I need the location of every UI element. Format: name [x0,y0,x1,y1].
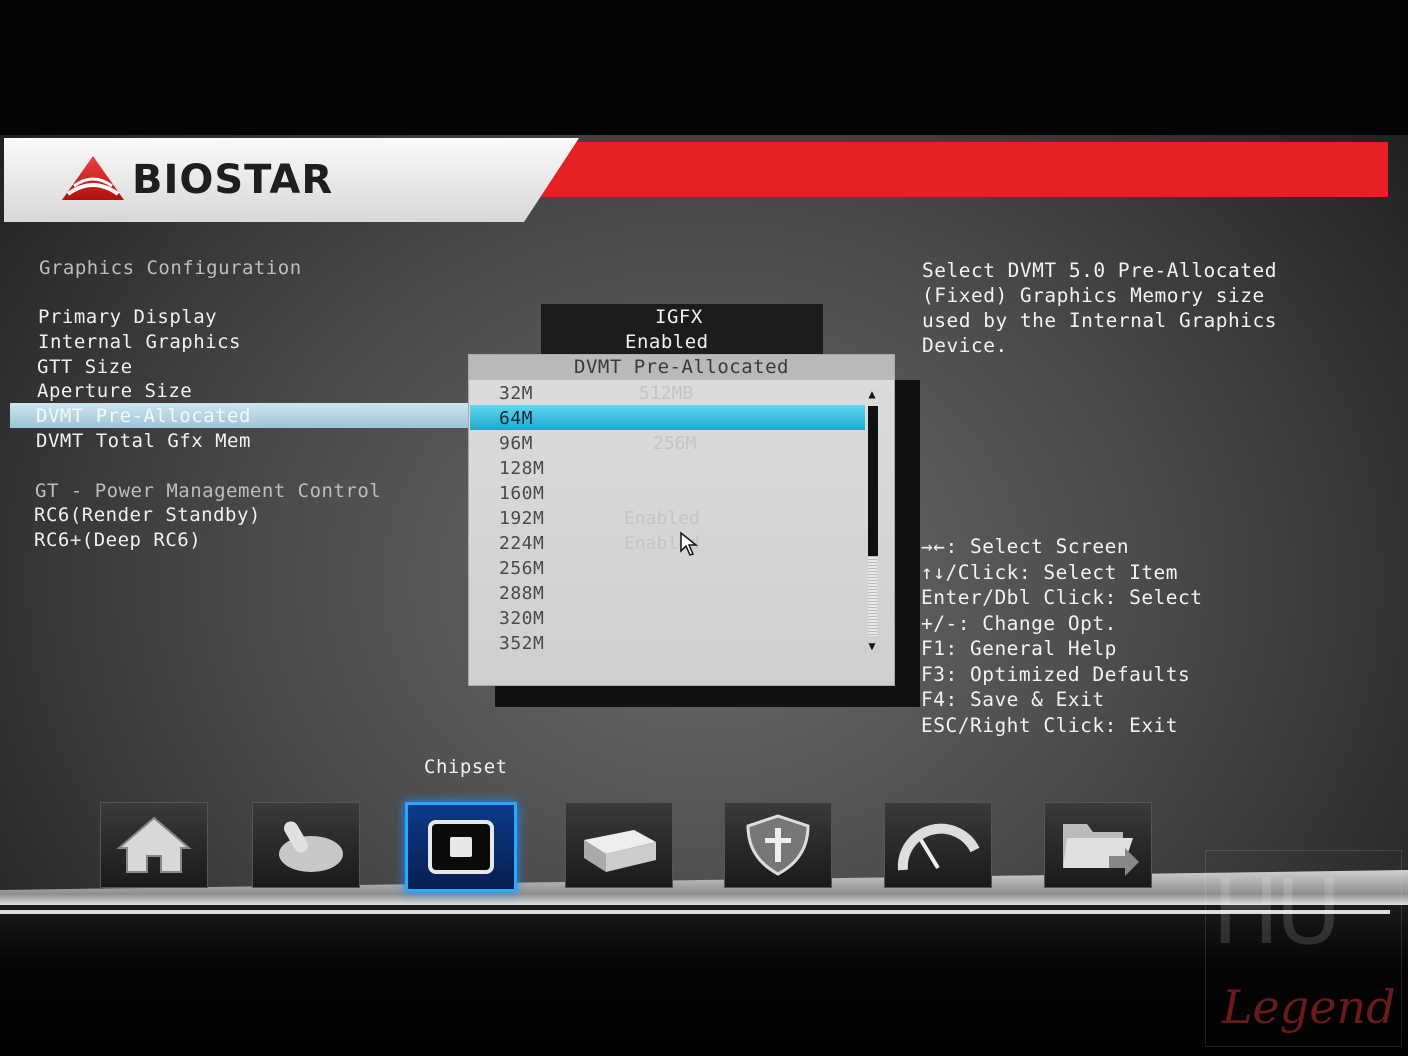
home-icon [116,816,192,873]
popup-option[interactable]: 256M [499,558,544,579]
joystick-icon [279,821,343,872]
tab-save-exit[interactable] [1044,802,1152,888]
section-title-gt-power: GT - Power Management Control [35,480,382,502]
value-primary-display[interactable]: IGFX [655,306,703,328]
scroll-up-arrow-icon[interactable]: ▲ [866,388,878,400]
popup-option[interactable]: 128M [499,458,544,479]
help-line: Select DVMT 5.0 Pre-Allocated [922,259,1277,282]
popup-option[interactable]: 32M [499,383,533,404]
tab-main[interactable] [100,802,208,888]
scrollbar-thumb[interactable] [868,406,878,556]
mouse-cursor-icon [680,531,699,556]
popup-option[interactable]: 160M [499,483,544,504]
help-description: Select DVMT 5.0 Pre-Allocated (Fixed) Gr… [922,258,1362,358]
help-line: used by the Internal Graphics [922,309,1277,332]
popup-option[interactable]: 320M [499,608,544,629]
key-help-optimized-defaults: F3: Optimized Defaults [921,662,1191,686]
popup-option[interactable]: 192M [499,508,544,529]
popup-option-selected[interactable]: 64M [499,408,533,429]
menu-item-internal-graphics[interactable]: Internal Graphics [38,331,241,353]
popup-title: DVMT Pre-Allocated [469,355,894,380]
ghost-value-aperture: 512MB [639,383,694,404]
tab-storage[interactable] [565,802,673,888]
ghost-value-total-gfx: 256M [653,433,697,454]
chipset-icon [428,820,494,874]
help-line: (Fixed) Graphics Memory size [922,284,1265,307]
key-help-select-item: ↑↓/Click: Select Item [921,560,1179,584]
key-help-exit: ESC/Right Click: Exit [921,713,1179,737]
ghost-value-rc6: Enabled [624,508,700,529]
watermark-text: Legend [1222,980,1396,1034]
popup-option[interactable]: 352M [499,633,544,654]
shield-icon [746,814,810,876]
popup-scrollbar[interactable]: ▲ ▼ [866,388,878,653]
bottom-bezel [0,905,1408,1056]
menu-item-dvmt-pre-allocated[interactable]: DVMT Pre-Allocated [36,405,251,427]
popup-option[interactable]: 96M [499,433,533,454]
key-help-save-exit: F4: Save & Exit [921,688,1105,711]
menu-item-primary-display[interactable]: Primary Display [38,306,217,328]
drive-icon [584,830,656,872]
menu-item-gtt-size[interactable]: GTT Size [37,356,133,378]
tab-bar-line [0,910,1390,914]
menu-item-aperture-size[interactable]: Aperture Size [37,380,192,402]
menu-item-dvmt-total-gfx-mem[interactable]: DVMT Total Gfx Mem [36,430,251,452]
folder-exit-icon [1063,824,1139,876]
speedometer-icon [897,823,980,871]
tab-security[interactable] [724,802,832,888]
active-tab-label: Chipset [424,756,508,778]
biostar-logo: BIOSTAR [60,150,333,210]
top-bezel [0,0,1408,135]
key-help-general-help: F1: General Help [921,637,1117,660]
popup-option[interactable]: 224M [499,533,544,554]
brand-name: BIOSTAR [132,157,334,203]
tab-overclock[interactable] [884,802,992,888]
tab-advanced[interactable] [252,802,360,888]
key-help-select-screen: →←: Select Screen [921,535,1130,558]
help-line: Device. [922,334,1008,357]
key-help-list: →←: Select Screen ↑↓/Click: Select Item … [921,534,1203,738]
tab-chipset[interactable] [405,802,517,892]
key-help-change-opt: +/-: Change Opt. [921,611,1117,635]
biostar-triangle-icon [62,156,124,200]
watermark-logo-letters: HU [1212,860,1342,965]
value-internal-graphics[interactable]: Enabled [625,331,709,353]
key-help-select: Enter/Dbl Click: Select [921,586,1203,609]
menu-item-rc6[interactable]: RC6(Render Standby) [34,504,261,526]
scroll-down-arrow-icon[interactable]: ▼ [866,640,878,652]
menu-item-rc6-plus[interactable]: RC6+(Deep RC6) [34,529,201,551]
popup-option[interactable]: 288M [499,583,544,604]
section-title-graphics: Graphics Configuration [39,257,302,279]
header-red-bar [520,142,1388,197]
dvmt-options-popup: DVMT Pre-Allocated 512MB 256M Enabled En… [468,354,895,686]
